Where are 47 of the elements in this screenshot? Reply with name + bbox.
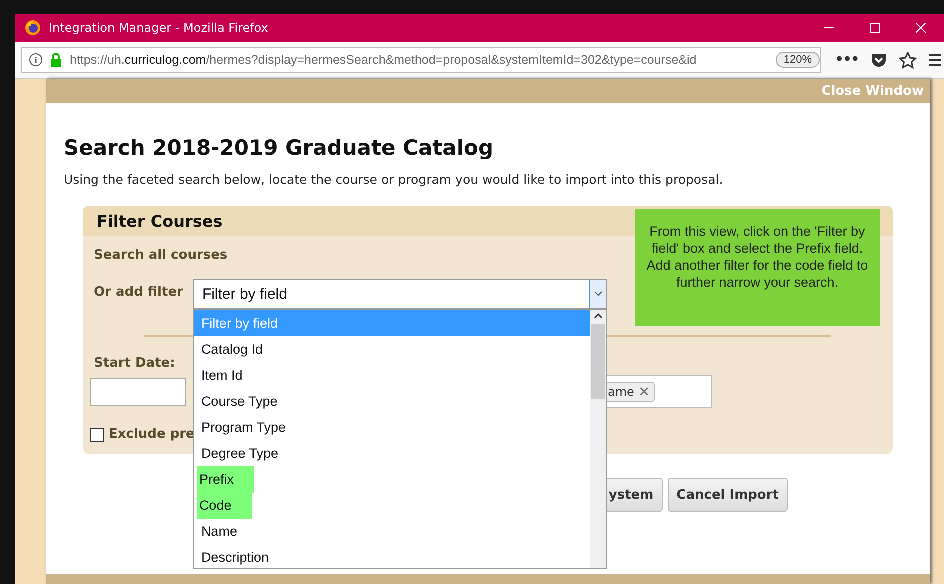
option-label: Catalog Id <box>200 340 264 359</box>
browser-logo-icon <box>25 20 41 36</box>
remove-chip-button[interactable]: × <box>638 384 650 400</box>
option-label: Course Type <box>200 392 279 411</box>
address-bar[interactable]: https://uh.curriculog.com/hermes?display=hermesSearch&method=proposal&systemItemId=302&type=course&id 120% <box>21 47 821 73</box>
option-label: Item Id <box>200 366 244 384</box>
exclude-label: Exclude pre <box>109 427 195 442</box>
dropdown-option[interactable]: Code <box>194 492 590 518</box>
dropdown-option[interactable]: Item Id <box>194 362 590 388</box>
dropdown-option[interactable]: Degree Type <box>194 440 590 466</box>
dropdown-option[interactable]: Name <box>194 518 590 544</box>
option-label: Filter by field <box>200 314 279 333</box>
window-title: Integration Manager - Mozilla Firefox <box>49 21 270 35</box>
option-label: Description <box>200 548 270 567</box>
tutorial-callout: From this view, click on the 'Filter by field' box and select the Prefix field. Add another filter for the code field to further narrow your search. <box>635 209 880 326</box>
option-label: Degree Type <box>200 444 280 463</box>
maximize-icon <box>870 23 880 33</box>
dropdown-option[interactable]: Description <box>194 544 590 570</box>
start-date-field[interactable] <box>90 378 186 406</box>
start-date-label: Start Date: <box>94 356 176 371</box>
lock-icon <box>50 53 62 67</box>
filter-select[interactable]: Filter by field <box>193 279 608 309</box>
option-label: Program Type <box>200 418 287 437</box>
dropdown-option[interactable]: Prefix <box>194 466 590 492</box>
pocket-icon[interactable] <box>870 52 887 68</box>
instructions-text: Using the faceted search below, locate the course or program you would like to import into this proposal. <box>64 172 724 187</box>
info-icon[interactable] <box>29 53 43 67</box>
scrollbar-thumb[interactable] <box>591 324 606 399</box>
dropdown-option[interactable]: Course Type <box>194 388 590 414</box>
dropdown-option[interactable]: Catalog Id <box>194 336 590 362</box>
more-menu[interactable]: ••• <box>835 52 859 68</box>
close-icon <box>916 23 926 33</box>
exclude-checkbox[interactable] <box>90 428 104 442</box>
star-icon[interactable] <box>898 52 917 68</box>
zoom-badge[interactable]: 120% <box>776 52 820 68</box>
filter-label: Or add filter <box>94 285 184 300</box>
menu-icon[interactable] <box>928 53 941 67</box>
option-label: Name <box>200 522 238 540</box>
option-label: Code <box>197 492 252 518</box>
url-text: https://uh.curriculog.com/hermes?display=hermesSearch&method=proposal&systemItemId=302&type=course&id <box>70 53 698 67</box>
option-label: Prefix <box>197 466 254 492</box>
search-all-label: Search all courses <box>94 248 228 263</box>
scrollbar[interactable] <box>590 310 606 568</box>
dialog-button[interactable]: Cancel Import <box>668 478 788 512</box>
dialog-title: Search 2018-2019 Graduate Catalog <box>64 136 494 160</box>
caret-icon <box>594 291 603 297</box>
dropdown-option[interactable]: Program Type <box>194 414 590 440</box>
